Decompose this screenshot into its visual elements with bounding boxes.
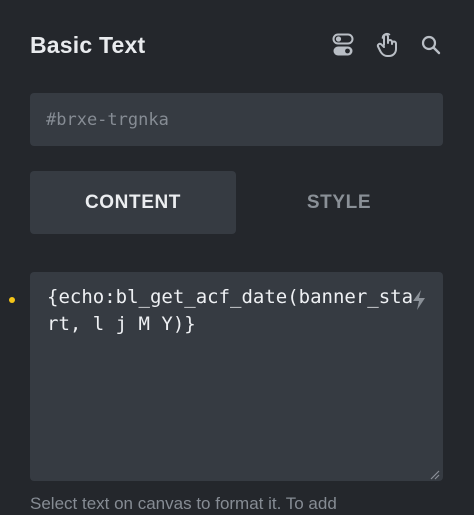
element-panel: Basic Text #brxe-trgnka CONTENT STYLE {e… [0,0,474,515]
modified-indicator-dot [9,297,15,303]
search-icon[interactable] [418,32,444,58]
panel-title: Basic Text [30,31,146,58]
element-id-field[interactable]: #brxe-trgnka [30,93,443,146]
helper-text: Select text on canvas to format it. To a… [30,494,337,513]
tab-style[interactable]: STYLE [236,171,442,234]
text-content-editor[interactable]: {echo:bl_get_acf_date(banner_sta rt, l j… [30,272,443,481]
panel-header: Basic Text [30,28,444,62]
dynamic-data-bolt-icon[interactable] [411,289,427,311]
header-actions [330,32,444,58]
toggle-icon[interactable] [330,32,356,58]
editor-line-1: {echo:bl_get_acf_date(banner_sta [47,286,414,308]
editor-text[interactable]: {echo:bl_get_acf_date(banner_sta rt, l j… [47,284,432,338]
hand-pointer-icon[interactable] [374,32,400,58]
panel-tabs: CONTENT STYLE [30,171,443,234]
editor-line-2: rt, l j M Y)} [47,313,196,335]
tab-content[interactable]: CONTENT [30,171,236,234]
resize-handle-icon[interactable] [429,467,440,480]
